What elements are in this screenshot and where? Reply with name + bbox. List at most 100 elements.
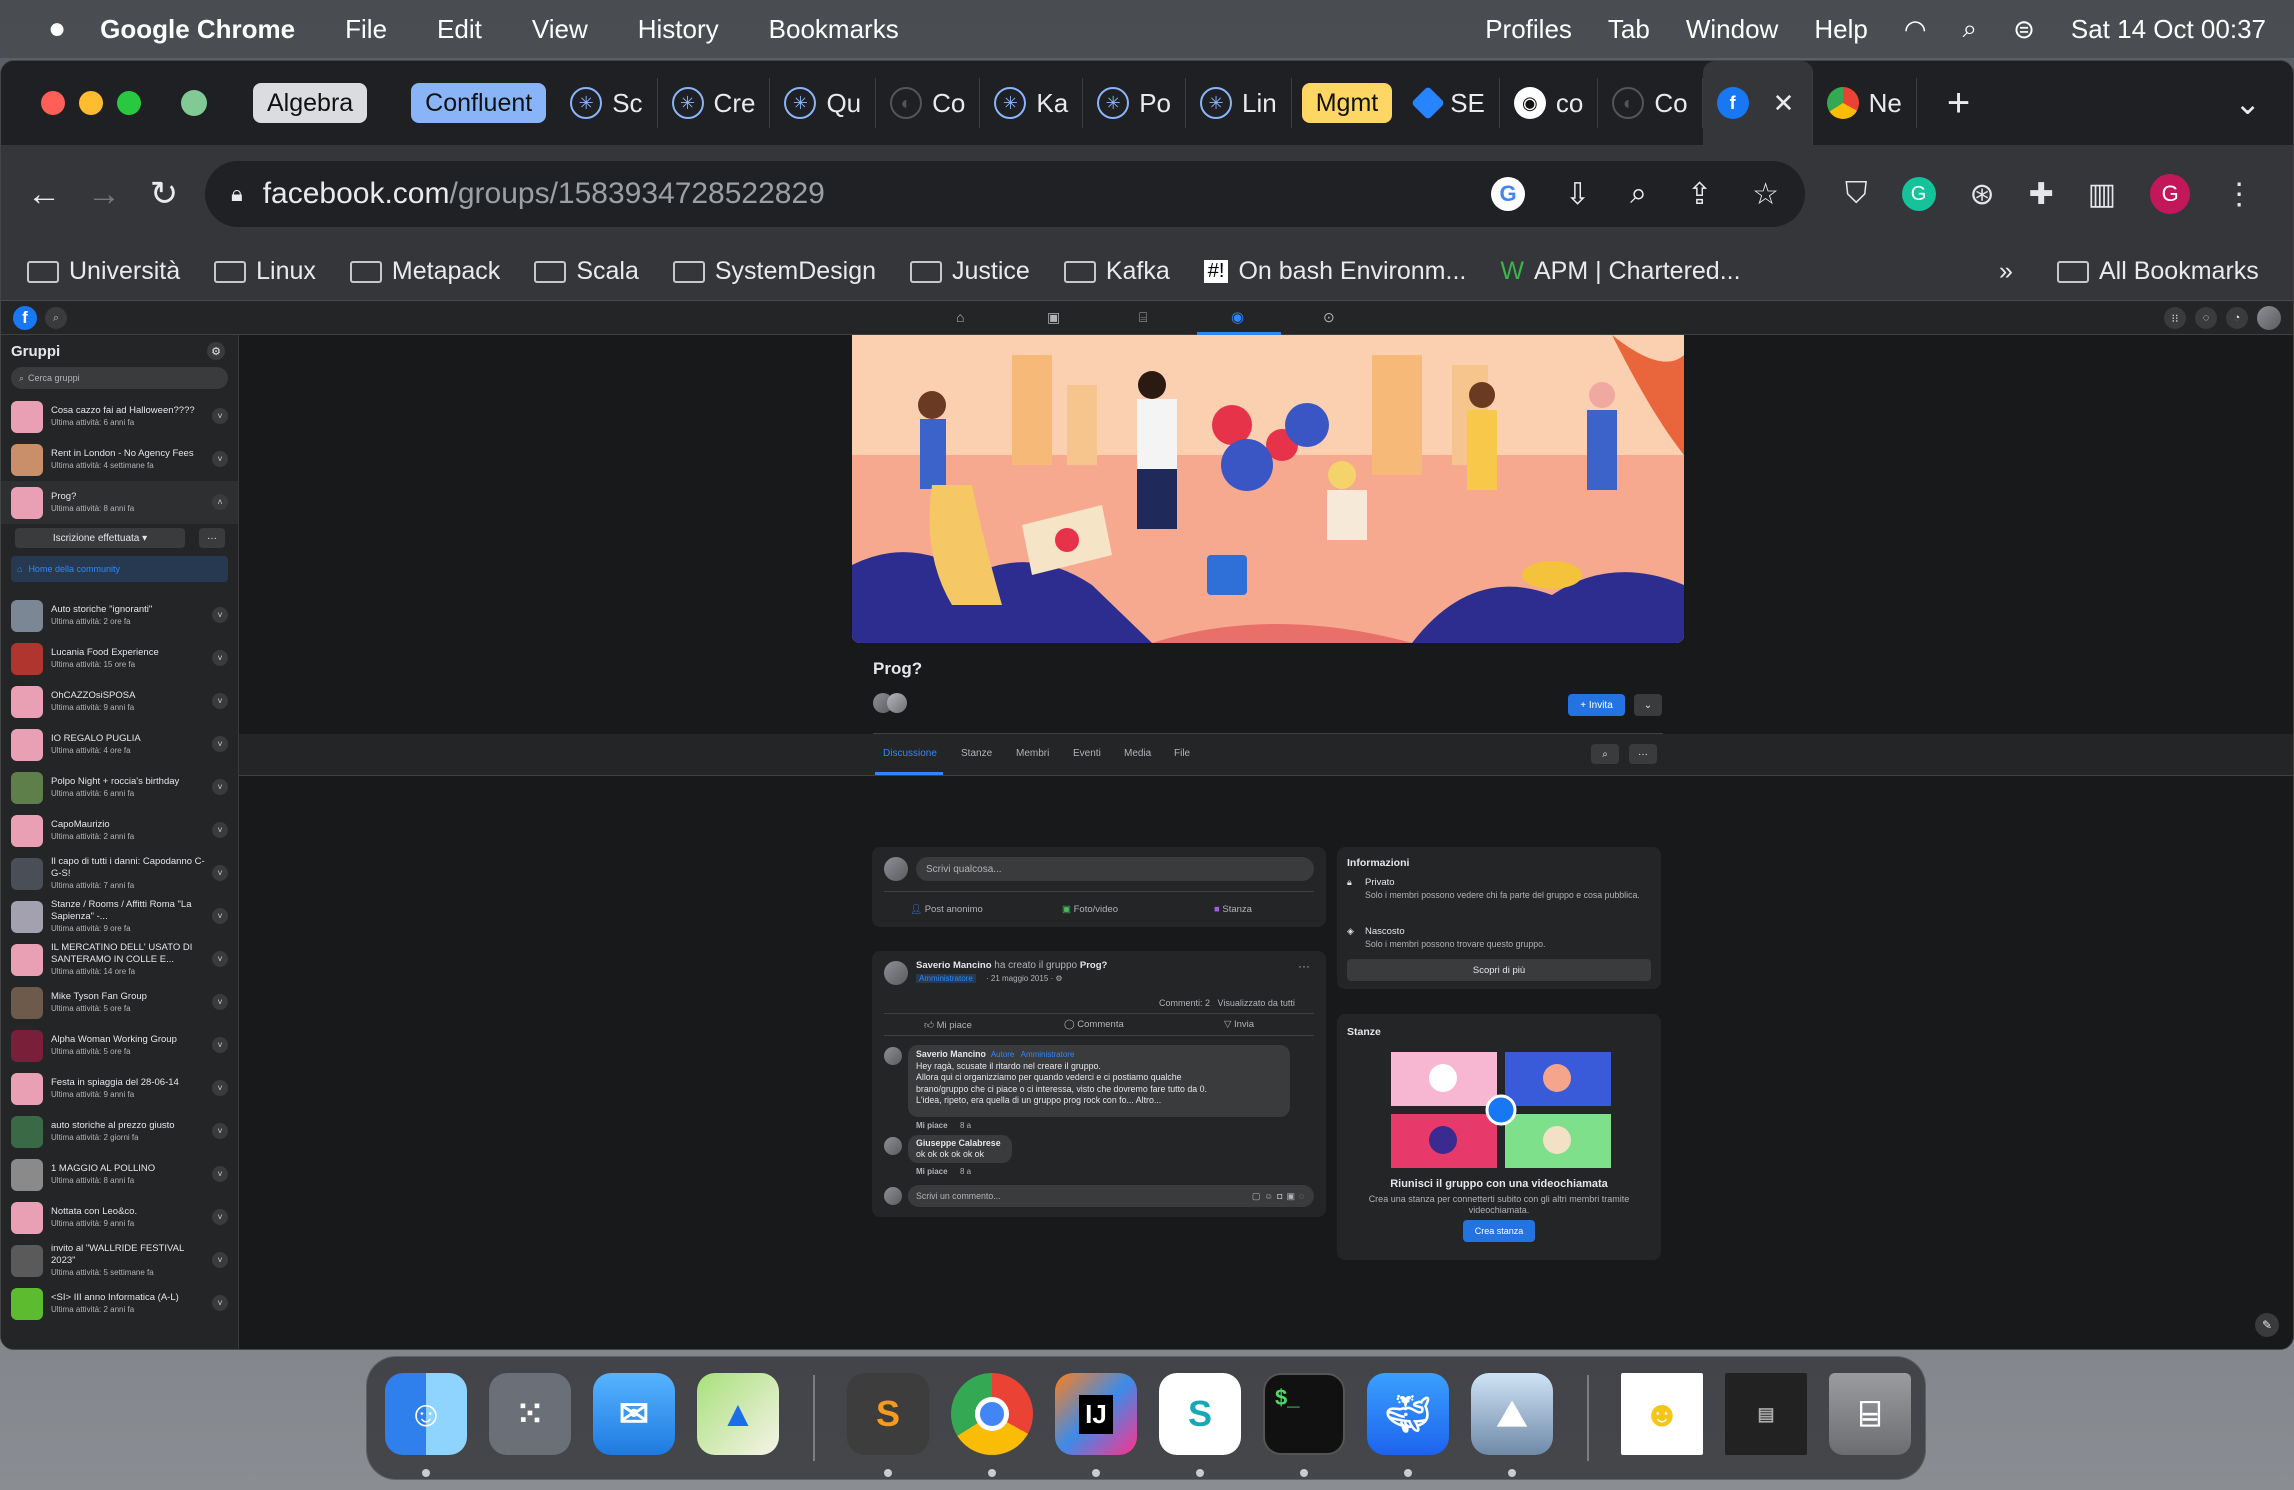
anonymous-post-button[interactable]: 👤︎ Post anonimo [910, 904, 983, 915]
marketplace-nav-icon[interactable]: ⌸ [1139, 309, 1147, 326]
new-message-icon[interactable]: ✎ [2255, 1313, 2279, 1337]
spotlight-search-icon[interactable]: ⌕ [1963, 13, 1978, 45]
comment-button[interactable]: ◯ Commenta [1064, 1019, 1124, 1030]
tab-lin[interactable]: ✳ Lin [1186, 78, 1292, 128]
intellij-icon[interactable]: IJ [1055, 1373, 1137, 1455]
menu-bookmarks[interactable]: Bookmarks [769, 14, 899, 45]
chrome-icon[interactable] [951, 1373, 1033, 1455]
menu-grid-icon[interactable]: ⁝⁝ [2164, 307, 2186, 329]
tab-search-button[interactable]: ⌄ [2234, 84, 2261, 122]
chevron-down-icon[interactable]: ˅ [212, 822, 228, 838]
sublime-icon[interactable]: S [847, 1373, 929, 1455]
photo-video-button[interactable]: ▣ Foto/video [1062, 904, 1118, 915]
sidebar-group-item[interactable]: Alpha Woman Working Group Ultima attività… [1, 1024, 238, 1067]
comment-2-author[interactable]: Giuseppe Calabrese [916, 1138, 1004, 1149]
share-icon[interactable]: ⇪ [1687, 177, 1712, 212]
post-group-link[interactable]: Prog? [1080, 960, 1107, 971]
comment-1-age[interactable]: 8 a [960, 1121, 971, 1130]
sidebar-group-item[interactable]: Auto storiche "ignoranti" Ultima attività… [1, 594, 238, 637]
tab-group-mgmt[interactable]: Mgmt [1301, 83, 1393, 123]
gaming-nav-icon[interactable]: ⊙ [1323, 309, 1335, 326]
chevron-down-icon[interactable]: ˅ [212, 650, 228, 666]
tab-discussione[interactable]: Discussione [883, 748, 937, 759]
messenger-icon[interactable]: ◌ [2195, 307, 2217, 329]
new-tab-button[interactable]: + [1947, 81, 1970, 126]
tab-group-algebra[interactable]: Algebra [253, 83, 368, 123]
tab-facebook-active[interactable]: f ✕ [1702, 61, 1813, 145]
tab-se[interactable]: SE [1402, 78, 1500, 128]
bookmark-folder-linux[interactable]: Linux [214, 257, 316, 286]
bookmark-folder-systemdesign[interactable]: SystemDesign [672, 257, 876, 286]
menu-tab[interactable]: Tab [1608, 14, 1650, 45]
chevron-down-icon[interactable]: ˅ [212, 451, 228, 467]
bookmark-folder-metapack[interactable]: Metapack [349, 257, 500, 286]
group-tabs-more-icon[interactable]: ··· [1629, 744, 1657, 764]
group-search-input[interactable]: ⌕ Cerca gruppi [11, 367, 228, 389]
comment-1-author[interactable]: Saverio Mancino [916, 1049, 986, 1059]
chevron-down-icon[interactable]: ˅ [212, 1080, 228, 1096]
tab-group-confluent[interactable]: Confluent [411, 83, 547, 123]
profile-avatar[interactable]: G [2150, 174, 2191, 214]
tab-github[interactable]: ◉ co [1500, 78, 1599, 128]
menu-history[interactable]: History [638, 14, 719, 45]
reload-button[interactable]: ↻ [139, 169, 189, 219]
member-avatar-2[interactable] [887, 693, 907, 713]
terminal-icon[interactable]: $_ [1263, 1373, 1345, 1455]
menu-profiles[interactable]: Profiles [1485, 14, 1572, 45]
comment-2-avatar[interactable] [884, 1137, 902, 1155]
home-nav-icon[interactable]: ⌂ [956, 309, 964, 325]
chevron-down-icon[interactable]: ˅ [212, 693, 228, 709]
address-bar[interactable]: 🔒︎ facebook.com/groups/1583934728522829 … [205, 161, 1805, 227]
chevron-down-icon[interactable]: ˅ [212, 1209, 228, 1225]
sticker-icon[interactable]: ▢ [1252, 1191, 1264, 1201]
chevron-down-icon[interactable]: ˅ [212, 994, 228, 1010]
composer-input[interactable]: Scrivi qualcosa... [916, 857, 1314, 881]
comment-2-like[interactable]: Mi piace [916, 1167, 948, 1176]
apple-icon[interactable]: ● [48, 12, 66, 46]
account-avatar[interactable] [2257, 306, 2281, 330]
all-bookmarks-button[interactable]: All Bookmarks [2057, 257, 2259, 286]
bookmark-folder-scala[interactable]: Scala [534, 257, 639, 286]
video-nav-icon[interactable]: ▣ [1047, 309, 1060, 326]
post-date[interactable]: · 21 maggio 2015 · ⚙ [986, 974, 1063, 983]
bookmark-folder-universita[interactable]: Università [27, 257, 180, 286]
close-window-button[interactable] [41, 91, 65, 115]
group-more-button[interactable]: ··· [199, 528, 225, 548]
zoom-icon[interactable]: ⌕ [1630, 177, 1647, 211]
tab-cre[interactable]: ✳ Cre [658, 78, 771, 128]
group-search-icon[interactable]: ⌕ [1591, 744, 1619, 764]
simpsons-icon[interactable]: ☻ [1621, 1373, 1703, 1455]
chevron-down-icon[interactable]: ˅ [212, 1252, 228, 1268]
minimize-window-button[interactable] [79, 91, 103, 115]
screenshot-icon[interactable]: ▤ [1725, 1373, 1807, 1455]
discover-more-button[interactable]: Scopri di più [1347, 959, 1651, 981]
forward-button[interactable]: → [79, 169, 129, 219]
group-options-chevron-icon[interactable]: ⌄ [1634, 694, 1662, 716]
sidebar-group-item[interactable]: IO REGALO PUGLIA Ultima attività: 4 ore f… [1, 723, 238, 766]
menu-help[interactable]: Help [1814, 14, 1867, 45]
sidebar-group-item[interactable]: Mike Tyson Fan Group Ultima attività: 5 o… [1, 981, 238, 1024]
community-home-link[interactable]: ⌂ Home della community [11, 556, 228, 582]
tab-membri[interactable]: Membri [1016, 748, 1049, 759]
sidebar-group-item[interactable]: OhCAZZOsiSPOSA Ultima attività: 9 anni fa… [1, 680, 238, 723]
finder-icon[interactable]: ☺ [385, 1373, 467, 1455]
wifi-icon[interactable]: ◠ [1904, 14, 1927, 45]
chevron-down-icon[interactable]: ˅ [212, 865, 228, 881]
tab-po[interactable]: ✳ Po [1083, 78, 1187, 128]
comment-input[interactable]: Scrivi un commento... ▢☺◘▣◌ [908, 1185, 1314, 1207]
emoji-icon[interactable]: ☺ [1264, 1191, 1277, 1201]
tab-group-dot[interactable] [181, 90, 207, 116]
tab-co-2[interactable]: ◐ Co [1598, 78, 1703, 128]
menubar-datetime[interactable]: Sat 14 Oct 00:37 [2071, 14, 2266, 45]
tab-eventi[interactable]: Eventi [1073, 748, 1101, 759]
sidebar-group-item[interactable]: Polpo Night + roccia's birthday Ultima at… [1, 766, 238, 809]
tab-ne[interactable]: Ne [1813, 78, 1917, 128]
sidebar-group-item[interactable]: Rent in London - No Agency Fees Ultima at… [1, 438, 238, 481]
sidebar-group-item[interactable]: Stanze / Rooms / Affitti Roma "La Sapien… [1, 895, 238, 938]
tab-co[interactable]: ◐ Co [876, 78, 981, 128]
menu-file[interactable]: File [345, 14, 387, 45]
puzzle-extensions-icon[interactable]: ✚ [2029, 177, 2054, 212]
facebook-logo-icon[interactable]: f [13, 306, 37, 330]
chevron-down-icon[interactable]: ˅ [212, 736, 228, 752]
tab-sc[interactable]: ✳ Sc [556, 78, 658, 128]
